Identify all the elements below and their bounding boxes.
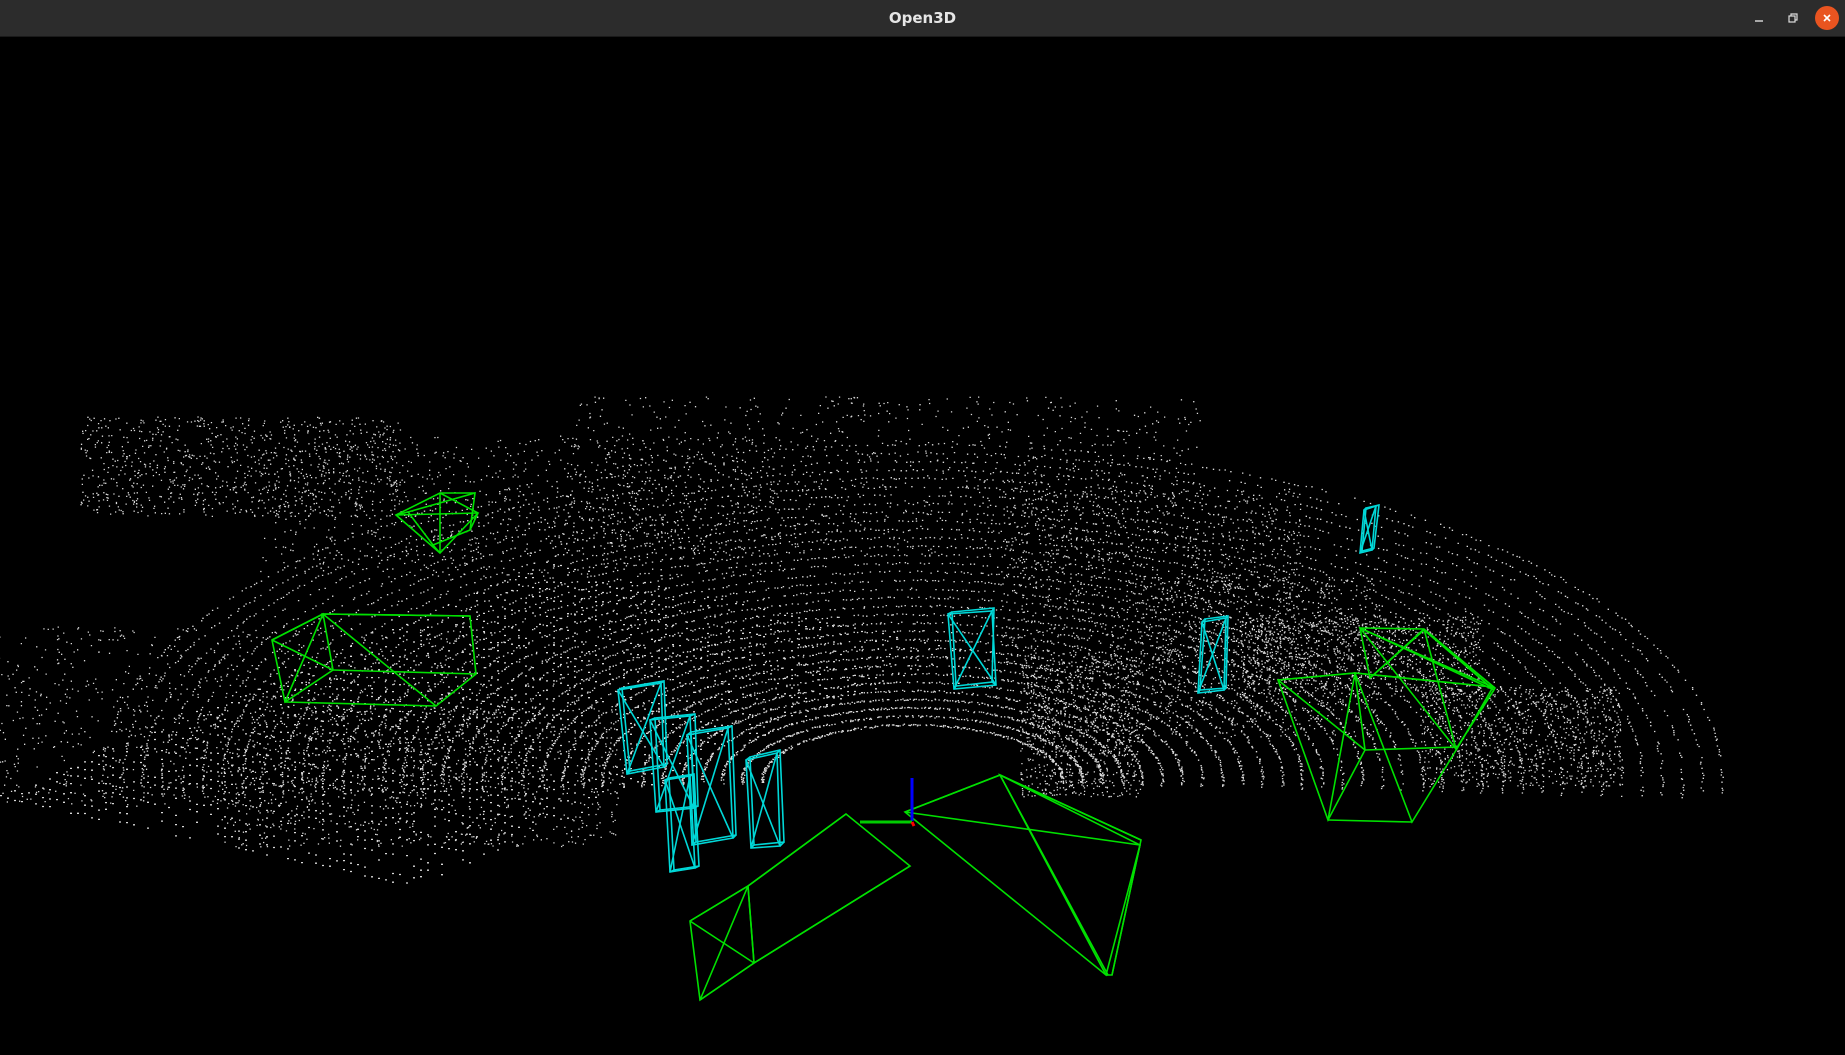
point-cloud-scene[interactable] bbox=[0, 37, 1845, 1051]
x-axis bbox=[910, 821, 916, 827]
car-box bbox=[689, 812, 912, 1002]
car-box bbox=[271, 612, 477, 708]
restore-icon bbox=[1788, 13, 1798, 23]
close-button[interactable] bbox=[1815, 6, 1839, 30]
point-cloud-points bbox=[0, 396, 1724, 884]
coordinate-axes bbox=[860, 778, 916, 827]
car-box bbox=[1276, 672, 1495, 824]
pedestrian-box bbox=[745, 749, 785, 849]
restore-button[interactable] bbox=[1781, 6, 1805, 30]
car-box bbox=[903, 773, 1142, 977]
window-title: Open3D bbox=[888, 9, 957, 27]
window-titlebar[interactable]: Open3D bbox=[0, 0, 1845, 37]
minimize-icon bbox=[1755, 20, 1763, 22]
pedestrian-box bbox=[1359, 503, 1380, 555]
close-icon bbox=[1823, 14, 1831, 22]
pedestrian-box bbox=[947, 607, 997, 690]
3d-viewport[interactable] bbox=[0, 37, 1845, 1051]
minimize-button[interactable] bbox=[1747, 6, 1771, 30]
point-cloud bbox=[0, 396, 1724, 884]
car-box bbox=[394, 491, 480, 555]
